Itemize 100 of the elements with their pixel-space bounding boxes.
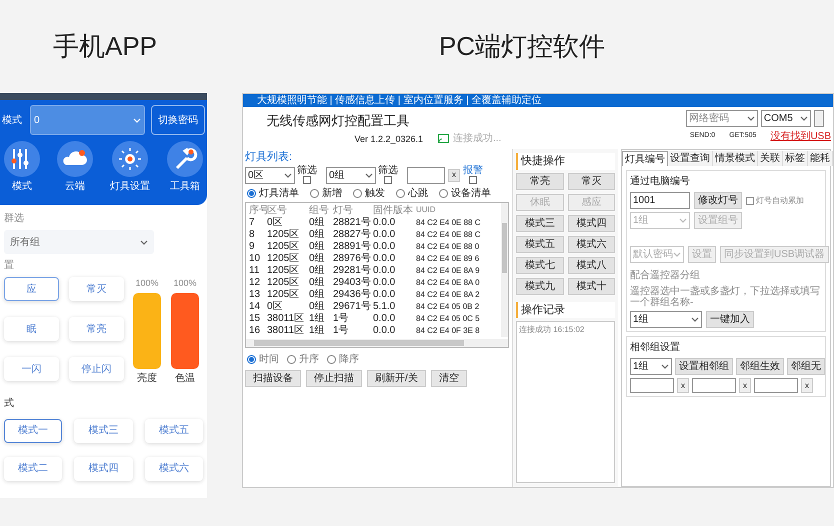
radio-button[interactable] <box>396 188 405 198</box>
quick-action-button[interactable]: 模式十 <box>568 278 615 294</box>
table-cell-text: 1205区 <box>267 253 300 265</box>
table-cell-text: 0组 <box>309 265 326 277</box>
quick-action-button[interactable]: 常亮 <box>516 172 564 190</box>
radio-label[interactable]: 设备清单 <box>451 186 491 200</box>
radio-label[interactable]: 降序 <box>339 352 359 366</box>
action-button[interactable]: 常灭 <box>69 277 124 301</box>
quick-action-button[interactable]: 模式九 <box>516 278 564 294</box>
checkbox-option[interactable]: 筛选 <box>297 166 317 184</box>
tab[interactable]: 关联 <box>758 151 783 166</box>
table-cell-text: 1号 <box>333 313 350 325</box>
tab[interactable]: 情景模式 <box>713 151 758 166</box>
tab[interactable]: 灯具编号 <box>622 151 668 166</box>
port-dropdown[interactable]: COM5 <box>760 110 811 127</box>
slider[interactable] <box>133 292 161 368</box>
radio-label[interactable]: 触发 <box>365 186 385 200</box>
tab[interactable]: 设置查询 <box>668 151 713 166</box>
switch-password-button[interactable]: 切换密码 <box>151 105 205 135</box>
radio-button[interactable] <box>247 354 256 364</box>
table-cell-text: 0组 <box>309 241 326 253</box>
filter-dropdown[interactable]: 0区 <box>245 166 295 184</box>
scrollbar-thumb[interactable] <box>502 223 507 273</box>
radio-button[interactable] <box>353 188 362 198</box>
number-field[interactable]: 1001 <box>630 192 690 209</box>
slider[interactable] <box>171 292 199 368</box>
scrollbar-thumb[interactable] <box>254 340 464 346</box>
action-button[interactable]: 停止扫描 <box>306 370 362 387</box>
neighbor-button[interactable]: 邻组生效 <box>736 358 784 375</box>
search-field[interactable] <box>407 166 445 184</box>
filter-dropdown[interactable]: 0组 <box>326 166 376 184</box>
password-dropdown[interactable]: 网络密码 <box>686 110 758 127</box>
column-header[interactable]: 区号 <box>267 202 309 218</box>
usb-status-link[interactable]: 没有找到USB <box>770 129 831 144</box>
radio-label[interactable]: 新增 <box>322 186 342 200</box>
action-button[interactable]: 停止闪 <box>69 357 124 382</box>
radio-button[interactable] <box>247 188 256 198</box>
quick-action-button[interactable]: 模式四 <box>568 214 615 232</box>
action-button[interactable]: 清空 <box>430 370 467 387</box>
tab[interactable]: 能耗 <box>808 151 833 166</box>
mode-button[interactable]: 模式一 <box>4 418 62 442</box>
mode-button[interactable]: 模式二 <box>4 456 62 480</box>
table-cell-text: 84 C2 E4 05 0B 2 <box>416 301 480 313</box>
radio-button[interactable] <box>287 354 296 364</box>
group-dropdown[interactable]: 所有组 <box>4 230 154 254</box>
action-button[interactable]: 眠 <box>4 317 59 342</box>
neighbor-button[interactable]: 邻组无 <box>787 358 825 375</box>
radio-label[interactable]: 心跳 <box>408 186 428 200</box>
wrench-icon <box>167 141 203 177</box>
clear-button[interactable]: x <box>448 168 460 182</box>
quick-action-button[interactable]: 模式五 <box>516 236 564 252</box>
heading: 手机APP <box>52 30 158 63</box>
nav-item[interactable]: 云端 <box>65 179 85 194</box>
checkbox-option[interactable]: 报警 <box>463 166 483 184</box>
action-button[interactable]: 一闪 <box>4 357 59 382</box>
mode-button[interactable]: 模式三 <box>74 418 133 442</box>
radio-label[interactable]: 时间 <box>259 352 279 366</box>
nav-item[interactable]: 灯具设置 <box>110 179 150 194</box>
tab[interactable]: 标签 <box>783 151 808 166</box>
checkbox-option[interactable]: 灯号自动累加 <box>746 194 804 206</box>
action-button[interactable]: 扫描设备 <box>245 370 301 387</box>
quick-action-button[interactable]: 模式七 <box>516 256 564 274</box>
mode-button[interactable]: 模式六 <box>144 456 203 480</box>
action-button[interactable]: 常亮 <box>69 317 124 342</box>
neighbor-button[interactable]: 设置相邻组 <box>675 358 733 375</box>
quick-action-button[interactable]: 模式八 <box>568 256 615 274</box>
radio-label[interactable]: 灯具清单 <box>259 186 299 200</box>
action-button[interactable]: 应 <box>4 277 59 301</box>
radio-button[interactable] <box>327 354 336 364</box>
modify-button[interactable]: 修改灯号 <box>694 192 742 209</box>
column-header[interactable]: UUID <box>416 204 498 216</box>
clear-button[interactable]: x <box>739 378 751 393</box>
dropdown[interactable]: 1组 <box>630 358 672 375</box>
mode-button[interactable]: 模式五 <box>144 418 203 442</box>
input-field[interactable] <box>754 378 798 393</box>
window-button[interactable] <box>814 110 824 127</box>
radio-button[interactable] <box>310 188 319 198</box>
input-field[interactable] <box>630 378 674 393</box>
nav-item[interactable]: 模式 <box>12 179 32 194</box>
input-field[interactable] <box>692 378 736 393</box>
join-button[interactable]: 一键加入 <box>706 311 754 328</box>
connection-status: 连接成功... <box>453 132 502 146</box>
column-header[interactable]: 组号 <box>309 202 333 218</box>
checkbox-option[interactable]: 筛选 <box>378 166 398 184</box>
column-header[interactable]: 灯号 <box>333 202 373 218</box>
clear-button[interactable]: x <box>677 378 689 393</box>
dropdown[interactable]: 1组 <box>630 311 702 328</box>
column-header[interactable]: 序号 <box>249 202 267 218</box>
nav-item[interactable]: 工具箱 <box>170 179 200 194</box>
mode-button[interactable]: 模式四 <box>74 456 133 480</box>
column-header[interactable]: 固件版本 <box>373 202 416 218</box>
clear-button[interactable]: x <box>801 378 813 393</box>
radio-label[interactable]: 升序 <box>299 352 319 366</box>
action-button[interactable]: 刷新开/关 <box>367 370 426 387</box>
table-cell-text: 0组 <box>309 217 326 229</box>
quick-action-button[interactable]: 常灭 <box>568 172 615 190</box>
radio-button[interactable] <box>439 188 448 198</box>
quick-action-button[interactable]: 模式三 <box>516 214 564 232</box>
quick-action-button[interactable]: 模式六 <box>568 236 615 252</box>
table-cell-text: 1组 <box>309 313 326 325</box>
